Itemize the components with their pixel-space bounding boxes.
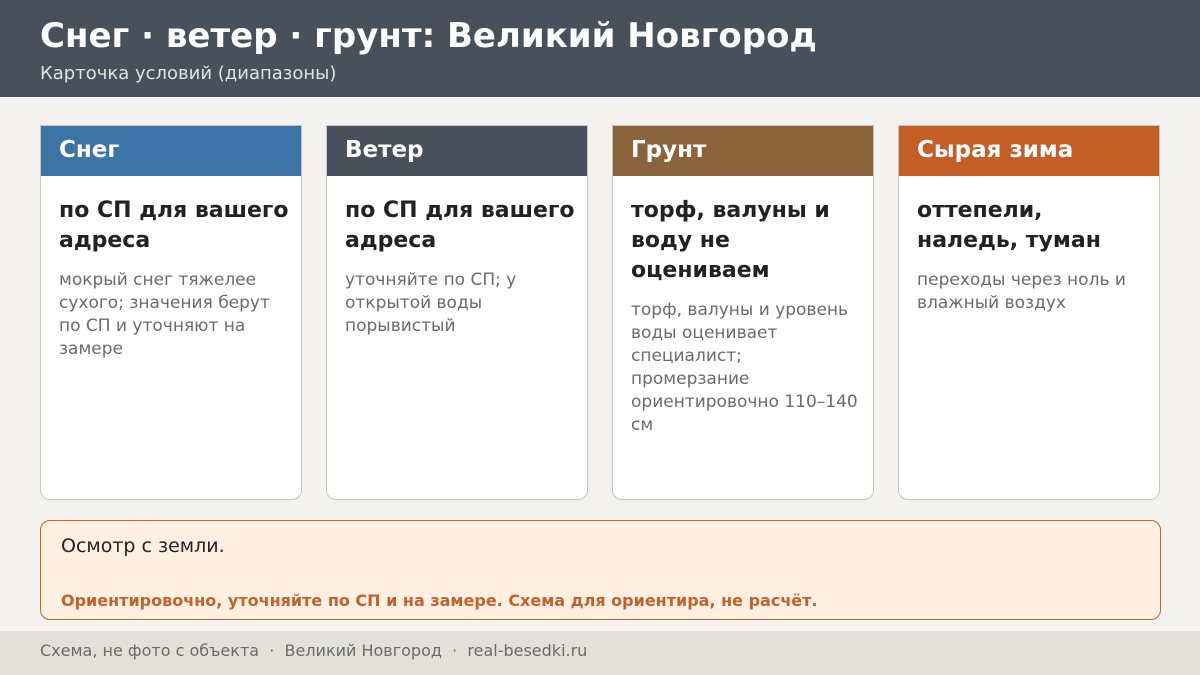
inspection-note-box: Осмотр с земли. Ориентировочно, уточняйт… [40,520,1161,620]
disclaimer-warning: Ориентировочно, уточняйте по СП и на зам… [61,591,818,610]
footer-text: Схема, не фото с объекта · Великий Новго… [40,641,588,660]
footer: Схема, не фото с объекта · Великий Новго… [0,631,1200,675]
card-wet-winter: Сырая зима оттепели, наледь, туман перех… [898,125,1160,500]
header: Снег · ветер · грунт: Великий Новгород К… [0,0,1200,97]
card-title: Ветер [327,126,587,176]
card-note: мокрый снег тяжелее сухого; значения бер… [59,270,270,359]
page-subtitle: Карточка условий (диапазоны) [40,63,337,84]
card-title: Снег [41,126,301,176]
card-note: уточняйте по СП; у открытой воды порывис… [345,270,517,336]
card-title: Сырая зима [899,126,1159,176]
inspection-note: Осмотр с земли. [61,535,225,557]
card-main-text: по СП для вашего адреса [345,198,575,253]
card-wind: Ветер по СП для вашего адреса уточняйте … [326,125,588,500]
card-main-text: по СП для вашего адреса [59,198,289,253]
card-main-text: оттепели, наледь, туман [917,198,1101,253]
card-main-text: торф, валуны и воду не оцениваем [631,198,830,283]
card-note: торф, валуны и уровень воды оценивает сп… [631,300,858,435]
card-ground: Грунт торф, валуны и воду не оцениваем т… [612,125,874,500]
card-note: переходы через ноль и влажный воздух [917,270,1126,313]
page-title: Снег · ветер · грунт: Великий Новгород [40,16,817,56]
card-snow: Снег по СП для вашего адреса мокрый снег… [40,125,302,500]
card-title: Грунт [613,126,873,176]
